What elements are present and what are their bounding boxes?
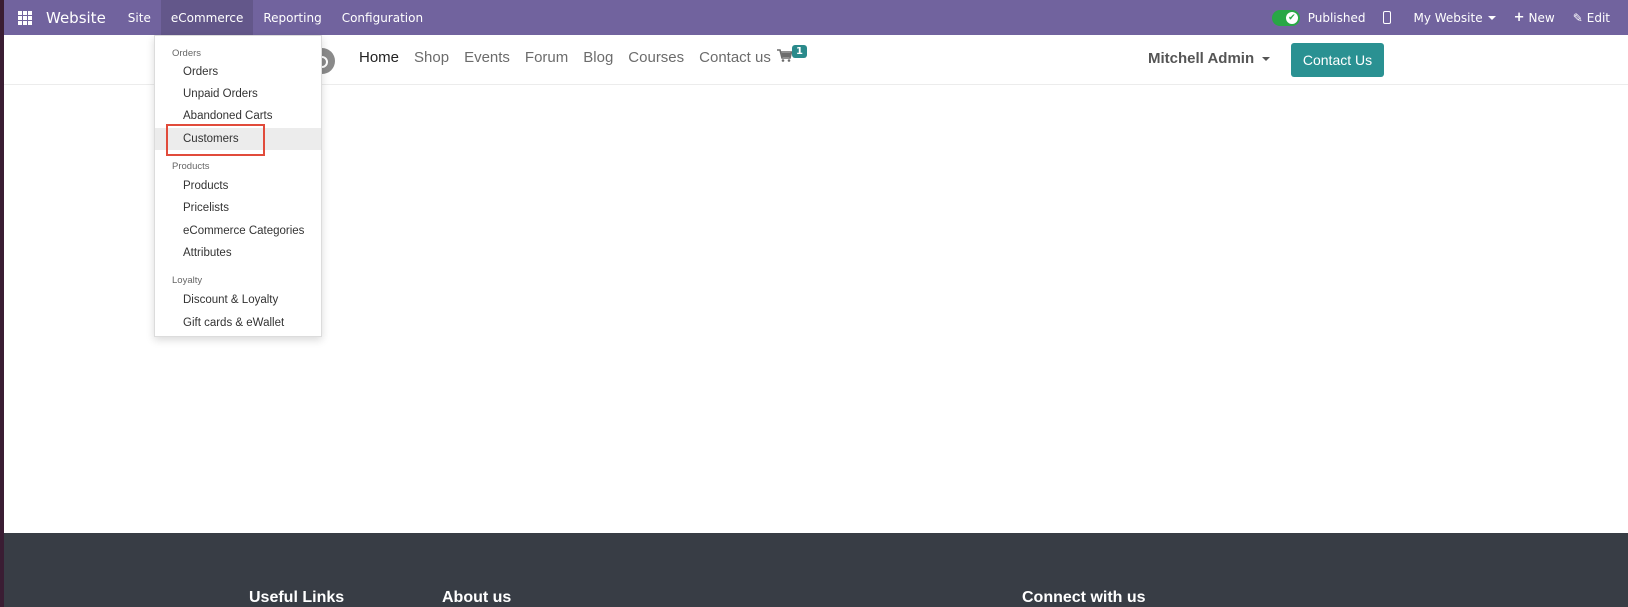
- menu-configuration[interactable]: Configuration: [332, 0, 433, 35]
- nav-forum[interactable]: Forum: [525, 49, 568, 66]
- menu-item-discount-loyalty[interactable]: Discount & Loyalty: [155, 289, 321, 311]
- top-menu: Site eCommerce Reporting Configuration: [118, 0, 433, 35]
- nav-events[interactable]: Events: [464, 49, 510, 66]
- cart-icon: [777, 49, 793, 62]
- highlight-box: [166, 124, 265, 156]
- check-icon: ✔: [1288, 12, 1296, 23]
- new-button[interactable]: + New: [1514, 10, 1555, 25]
- user-menu[interactable]: Mitchell Admin: [1148, 50, 1271, 67]
- menu-ecommerce[interactable]: eCommerce: [160, 0, 254, 35]
- chevron-down-icon: [1262, 56, 1271, 61]
- section-header-loyalty: Loyalty: [172, 275, 203, 286]
- cart-count-badge: 1: [792, 45, 807, 58]
- nav-home[interactable]: Home: [359, 49, 399, 66]
- menu-item-gift-cards-ewallet[interactable]: Gift cards & eWallet: [155, 312, 321, 334]
- ecommerce-dropdown: Orders Orders Unpaid Orders Abandoned Ca…: [154, 35, 322, 337]
- nav-contact-us[interactable]: Contact us: [699, 49, 771, 66]
- nav-shop[interactable]: Shop: [414, 49, 449, 66]
- menu-item-unpaid-orders[interactable]: Unpaid Orders: [155, 83, 321, 105]
- site-footer: Useful Links About us Connect with us: [4, 533, 1628, 607]
- app-brand[interactable]: Website: [46, 9, 106, 27]
- chevron-down-icon: [1487, 15, 1496, 20]
- edit-label: Edit: [1586, 10, 1610, 25]
- toggle-switch[interactable]: ✔: [1271, 9, 1300, 26]
- published-label: Published: [1307, 10, 1366, 25]
- user-name: Mitchell Admin: [1148, 50, 1255, 67]
- top-right-actions: ✔ Published My Website + New ✎ Edit: [1271, 0, 1628, 35]
- menu-item-attributes[interactable]: Attributes: [155, 242, 321, 264]
- menu-site[interactable]: Site: [118, 0, 161, 35]
- published-toggle[interactable]: ✔ Published: [1271, 9, 1366, 26]
- footer-heading-useful-links: Useful Links: [249, 589, 345, 606]
- new-label: New: [1528, 10, 1555, 25]
- website-switcher[interactable]: My Website: [1413, 10, 1496, 25]
- section-header-orders: Orders: [172, 48, 202, 59]
- website-switcher-label: My Website: [1413, 10, 1483, 25]
- menu-reporting[interactable]: Reporting: [253, 0, 331, 35]
- browser-viewport: Website Site eCommerce Reporting Configu…: [4, 0, 1628, 607]
- pencil-icon: ✎: [1572, 10, 1583, 25]
- cart-button[interactable]: 1: [777, 45, 807, 66]
- menu-item-products[interactable]: Products: [155, 175, 321, 197]
- footer-heading-connect: Connect with us: [1022, 589, 1146, 606]
- nav-blog[interactable]: Blog: [583, 49, 613, 66]
- section-header-products: Products: [172, 161, 210, 172]
- apps-grid-icon[interactable]: [18, 10, 32, 25]
- nav-courses[interactable]: Courses: [628, 49, 684, 66]
- plus-icon: +: [1513, 10, 1525, 25]
- admin-navbar: Website Site eCommerce Reporting Configu…: [4, 0, 1628, 35]
- contact-us-button[interactable]: Contact Us: [1291, 43, 1384, 77]
- edit-button[interactable]: ✎ Edit: [1573, 11, 1610, 25]
- mobile-preview-icon[interactable]: [1383, 11, 1392, 24]
- website-nav: Home Shop Events Forum Blog Courses Cont…: [359, 49, 786, 66]
- footer-heading-about-us: About us: [442, 589, 512, 606]
- menu-item-orders[interactable]: Orders: [155, 61, 321, 83]
- menu-item-pricelists[interactable]: Pricelists: [155, 197, 321, 219]
- menu-item-ecommerce-categories[interactable]: eCommerce Categories: [155, 220, 321, 242]
